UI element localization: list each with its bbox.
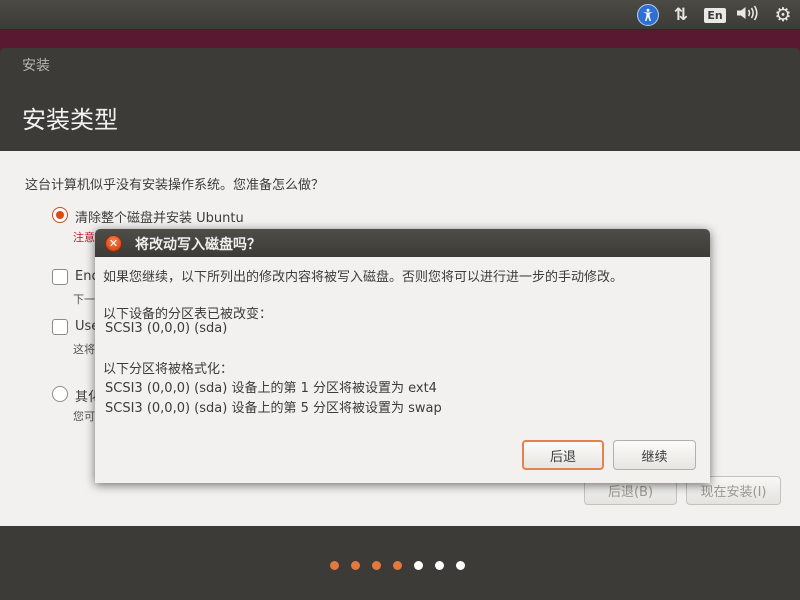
- dialog-titlebar: ✕ 将改动写入磁盘吗？: [95, 229, 710, 257]
- volume-indicator[interactable]: [735, 4, 761, 26]
- accessibility-indicator[interactable]: [636, 4, 660, 26]
- window-title: 安装: [22, 58, 50, 74]
- format-item: SCSI3 (0,0,0) (sda) 设备上的第 1 分区将被设置为 ext4: [105, 381, 437, 396]
- page-title: 安装类型: [22, 106, 118, 134]
- option-something-else-description: 您可: [73, 410, 95, 423]
- dialog-intro: 如果您继续，以下所列出的修改内容将被写入磁盘。否则您将可以进行进一步的手动修改。: [103, 270, 624, 285]
- option-lvm-checkbox[interactable]: [52, 319, 68, 335]
- install-question: 这台计算机似乎没有安装操作系统。您准备怎么做？: [25, 178, 325, 193]
- partition-table-heading: 以下设备的分区表已被改变：: [103, 307, 273, 322]
- option-something-else-radio[interactable]: [52, 386, 68, 402]
- network-icon: ⇅: [673, 5, 689, 25]
- format-item: SCSI3 (0,0,0) (sda) 设备上的第 5 分区将被设置为 swap: [105, 401, 442, 416]
- network-indicator[interactable]: ⇅: [669, 4, 693, 26]
- dialog-title: 将改动写入磁盘吗？: [135, 237, 261, 253]
- session-indicator[interactable]: ⚙: [771, 4, 795, 26]
- install-progress-dots: [330, 561, 465, 570]
- option-encrypt-description: 下一: [73, 293, 95, 306]
- accessibility-icon: [637, 4, 659, 26]
- keyboard-layout-icon: En: [704, 7, 726, 23]
- progress-dot-pending: [435, 561, 444, 570]
- progress-dot-pending: [414, 561, 423, 570]
- session-gear-icon: ⚙: [774, 4, 792, 26]
- option-erase-disk-warning: 注意: [73, 231, 95, 244]
- write-changes-dialog: ✕ 将改动写入磁盘吗？ 如果您继续，以下所列出的修改内容将被写入磁盘。否则您将可…: [95, 229, 710, 483]
- progress-dot-completed: [393, 561, 402, 570]
- dialog-continue-button[interactable]: 继续: [613, 440, 696, 470]
- volume-icon: [736, 5, 760, 25]
- keyboard-layout-indicator[interactable]: En: [703, 4, 727, 26]
- radio-selected-dot: [56, 211, 64, 219]
- progress-dot-completed: [372, 561, 381, 570]
- option-erase-disk-label[interactable]: 清除整个磁盘并安装 Ubuntu: [75, 207, 244, 226]
- progress-dot-completed: [351, 561, 360, 570]
- progress-dot-pending: [456, 561, 465, 570]
- close-icon[interactable]: ✕: [105, 235, 122, 252]
- option-lvm-description: 这将: [73, 343, 95, 356]
- progress-dot-completed: [330, 561, 339, 570]
- format-heading: 以下分区将被格式化：: [103, 362, 234, 377]
- dialog-back-button[interactable]: 后退: [522, 440, 604, 470]
- option-encrypt-checkbox[interactable]: [52, 269, 68, 285]
- top-panel: ⇅ En ⚙: [0, 0, 800, 30]
- option-erase-disk-radio[interactable]: [52, 207, 68, 223]
- partition-table-device: SCSI3 (0,0,0) (sda): [105, 321, 228, 336]
